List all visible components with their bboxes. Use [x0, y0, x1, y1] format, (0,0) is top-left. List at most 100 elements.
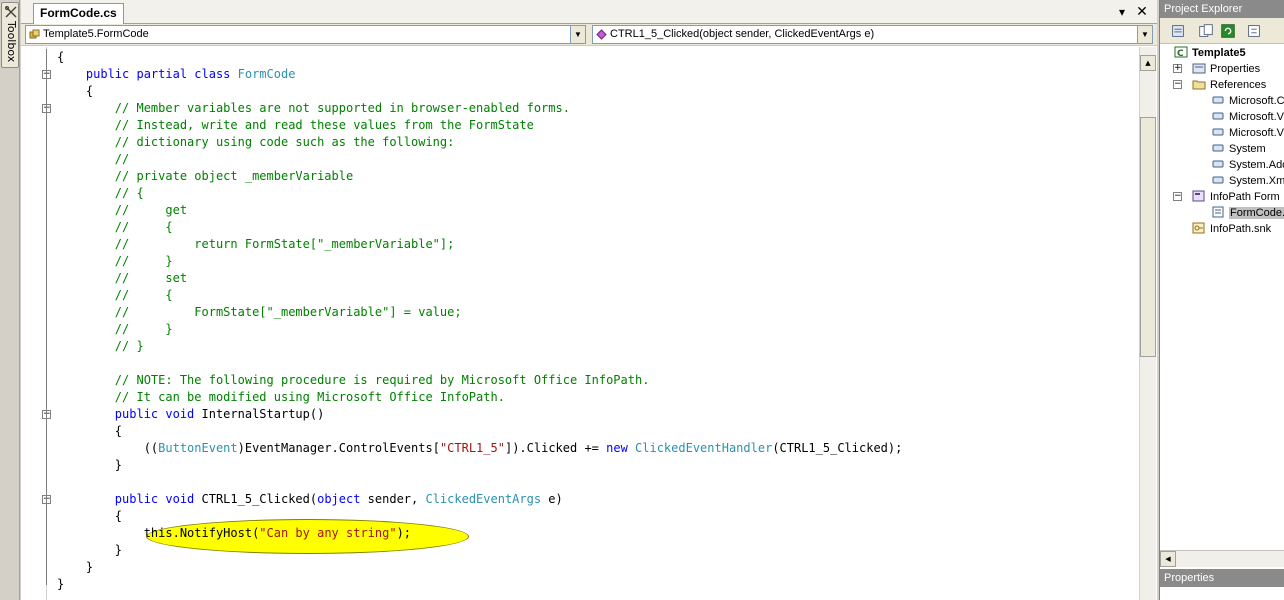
reference-icon: [1212, 112, 1224, 120]
toolbox-tab[interactable]: Toolbox: [1, 2, 19, 68]
code-token: // }: [114, 339, 144, 353]
tree-item[interactable]: C Template5: [1174, 45, 1246, 61]
code-line: }: [57, 559, 93, 576]
code-line: // Instead, write and read these values …: [57, 117, 534, 134]
code-token: FormCode: [237, 67, 296, 81]
view-code-icon[interactable]: [1168, 21, 1188, 41]
tree-item[interactable]: InfoPath.snk: [1192, 221, 1271, 237]
tree-item-label: InfoPath.snk: [1210, 223, 1272, 235]
toolbox-strip: Toolbox: [0, 0, 20, 600]
reference-icon: [1212, 144, 1224, 152]
references-folder-icon: [1192, 80, 1206, 90]
csharp-project-icon: C: [1174, 46, 1188, 58]
code-line: // private object _memberVariable: [57, 168, 353, 185]
scroll-left-icon[interactable]: ◀: [1160, 551, 1176, 567]
member-combobox[interactable]: CTRL1_5_Clicked(object sender, ClickedEv…: [592, 25, 1153, 44]
tree-item[interactable]: InfoPath Form: [1192, 189, 1280, 205]
properties-panel: Properties: [1159, 568, 1284, 600]
code-line: this.NotifyHost("Can by any string");: [57, 525, 411, 542]
code-editor: FormCode.cs ▾ ✕ Template5.FormCode ▼ CTR…: [21, 0, 1157, 600]
tree-item[interactable]: References: [1192, 77, 1266, 93]
svg-text:C: C: [1177, 49, 1184, 58]
tree-item[interactable]: FormCode.: [1211, 205, 1284, 221]
type-combobox-arrow-icon[interactable]: ▼: [570, 26, 585, 43]
tab-formcode-cs[interactable]: FormCode.cs: [33, 3, 124, 24]
project-explorer-toolbar: [1160, 18, 1284, 44]
code-line: {: [57, 83, 93, 100]
code-line: {: [57, 423, 122, 440]
project-explorer-title: Project Explorer: [1160, 0, 1284, 18]
code-token: // Member variables are not supported in…: [114, 101, 570, 115]
code-line: }: [57, 457, 122, 474]
code-token: // dictionary using code such as the fol…: [114, 135, 455, 149]
scroll-up-icon[interactable]: ▲: [1140, 55, 1156, 71]
scroll-thumb[interactable]: [1140, 117, 1156, 357]
code-line: {: [57, 508, 122, 525]
code-token: // return FormState["_memberVariable"];: [114, 237, 455, 251]
tree-item[interactable]: System: [1211, 141, 1266, 157]
tree-item[interactable]: Microsoft.C: [1211, 93, 1284, 109]
code-text-area[interactable]: { public partial class FormCode { // Mem…: [21, 47, 1139, 600]
code-line: // get: [57, 202, 187, 219]
close-document-icon[interactable]: ✕: [1134, 4, 1150, 20]
code-token: new: [606, 441, 636, 455]
member-combobox-arrow-icon[interactable]: ▼: [1137, 26, 1152, 43]
tree-item-label: System.Xm: [1229, 175, 1284, 187]
code-line: // }: [57, 338, 144, 355]
code-token: "CTRL1_5": [439, 441, 505, 455]
class-icon: [29, 29, 40, 39]
tree-item[interactable]: System.Ado: [1211, 157, 1284, 173]
code-token: {: [85, 84, 94, 98]
code-token: ButtonEvent: [158, 441, 238, 455]
code-token: ]).Clicked +=: [504, 441, 607, 455]
project-tree: C Template5 + Properties − References Microsof…: [1160, 45, 1284, 550]
code-token: {: [114, 424, 123, 438]
refresh-icon[interactable]: [1218, 21, 1238, 41]
explorer-horizontal-scrollbar[interactable]: ◀: [1160, 550, 1284, 567]
code-line: }: [57, 576, 64, 593]
tree-item-label: FormCode.: [1229, 207, 1284, 219]
navigation-bar: Template5.FormCode ▼ CTRL1_5_Clicked(obj…: [21, 24, 1157, 46]
active-files-dropdown-icon[interactable]: ▾: [1114, 4, 1130, 20]
collapse-icon[interactable]: −: [1173, 80, 1182, 89]
tree-item[interactable]: Properties: [1192, 61, 1260, 77]
collapse-icon[interactable]: −: [1173, 192, 1182, 201]
editor-vertical-scrollbar[interactable]: ▲: [1139, 47, 1156, 600]
code-token: ClickedEventHandler: [635, 441, 773, 455]
code-line: // {: [57, 219, 173, 236]
properties-icon[interactable]: [1244, 21, 1264, 41]
tree-item[interactable]: Microsoft.V: [1211, 125, 1284, 141]
code-token: }: [114, 543, 123, 557]
expand-icon[interactable]: +: [1173, 64, 1182, 73]
tree-item[interactable]: Microsoft.V: [1211, 109, 1284, 125]
code-token: e): [541, 492, 563, 506]
code-token: public void: [114, 407, 202, 421]
code-token: {: [114, 509, 123, 523]
tree-item[interactable]: System.Xm: [1211, 173, 1284, 189]
tree-item-label: Microsoft.V: [1229, 127, 1284, 139]
infopath-form-icon: [1192, 190, 1205, 202]
code-line: // It can be modified using Microsoft Of…: [57, 389, 505, 406]
code-token: // FormState["_memberVariable"] = value;: [114, 305, 462, 319]
code-token: ClickedEventArgs: [425, 492, 542, 506]
code-token: CTRL1_5_Clicked(: [201, 492, 318, 506]
show-all-files-icon[interactable]: [1196, 21, 1216, 41]
code-line: public partial class FormCode: [57, 66, 296, 83]
type-combobox[interactable]: Template5.FormCode ▼: [25, 25, 586, 44]
tree-item-label: System: [1229, 143, 1266, 155]
